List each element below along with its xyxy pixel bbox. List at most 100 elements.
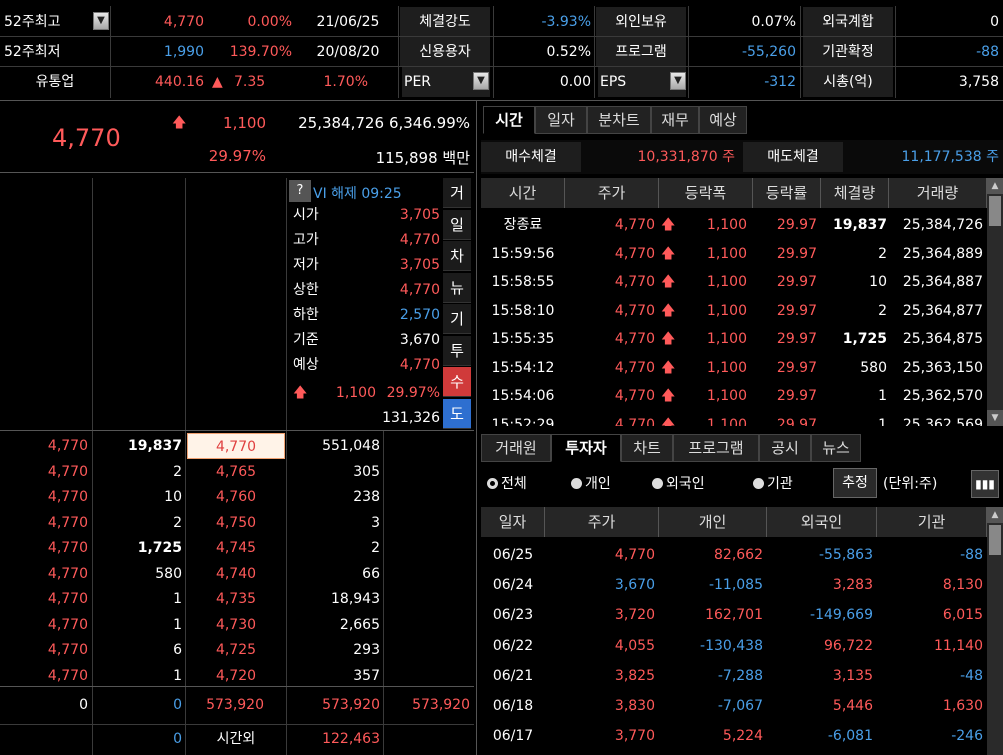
side-button[interactable]: 기 (443, 304, 471, 334)
ohlc-value: 4,770 (399, 357, 440, 373)
investor-foreign: 5,446 (832, 698, 873, 714)
trade-change: 1,100 (706, 274, 747, 290)
tab-lower[interactable]: 거래원 (481, 434, 551, 462)
trade-time: 15:52:29 (491, 416, 555, 427)
up-triangle-icon: ▲ (212, 74, 223, 90)
radio-institution[interactable]: 기관 (753, 469, 793, 499)
investor-table-body: 06/25 4,770 82,662 -55,863 -88 06/24 3,670 -11,… (481, 540, 987, 755)
investor-price: 3,770 (614, 728, 655, 745)
tab-lower[interactable]: 차트 (621, 434, 673, 462)
investor-header[interactable]: 주가 (545, 507, 659, 537)
trade-price: 4,770 (614, 331, 655, 347)
tick-price: 4,770 (47, 667, 88, 684)
total-d: 573,920 (322, 697, 380, 713)
side-button[interactable]: 수 (443, 367, 471, 397)
strength-value: -3.93% (541, 14, 591, 30)
tick-volume: 357 (353, 667, 380, 684)
tab-right[interactable]: 재무 (651, 106, 699, 134)
trade-volume: 25,384,726 (902, 217, 983, 233)
tick-ask[interactable]: 4,770 (187, 433, 285, 459)
chevron-down-icon[interactable]: ▼ (93, 12, 109, 30)
ohlc-label: 하한 (293, 307, 319, 323)
trade-row[interactable]: 15:59:56 4,770 🡅 1,100 29.97 2 25,364,889 (481, 239, 987, 267)
tab-right[interactable]: 분차트 (587, 106, 651, 134)
scroll-down-icon[interactable]: ▼ (987, 410, 1003, 426)
investor-individual: 5,224 (722, 728, 763, 745)
side-button[interactable]: 차 (443, 241, 471, 271)
radio-all[interactable]: 전체 (487, 469, 527, 499)
trade-row[interactable]: 15:54:12 4,770 🡅 1,100 29.97 580 25,363,150 (481, 353, 987, 381)
high-rate: 0.00% (247, 14, 292, 30)
trade-time: 15:58:55 (491, 274, 555, 290)
ohlc-label: 기준 (293, 332, 319, 348)
trade-row[interactable]: 15:54:06 4,770 🡅 1,100 29.97 1 25,362,570 (481, 381, 987, 409)
scroll-thumb[interactable] (989, 525, 1001, 555)
investor-row[interactable]: 06/25 4,770 82,662 -55,863 -88 (481, 540, 987, 570)
investor-foreign: 3,283 (832, 577, 873, 594)
trade-header[interactable]: 체결량 (821, 178, 889, 208)
trade-qty: 10 (869, 274, 887, 290)
trade-scrollbar[interactable]: ▲ ▼ (987, 178, 1003, 426)
radio-individual[interactable]: 개인 (571, 469, 611, 499)
tab-lower[interactable]: 프로그램 (673, 434, 759, 462)
investor-scrollbar[interactable]: ▲ (987, 507, 1003, 755)
tab-right[interactable]: 예상 (699, 106, 747, 134)
trade-header[interactable]: 등락폭 (659, 178, 753, 208)
side-button[interactable]: 도 (443, 398, 471, 429)
trade-qty: 1 (878, 388, 887, 404)
scroll-thumb[interactable] (989, 196, 1001, 226)
investor-price: 3,825 (614, 667, 655, 684)
trade-header[interactable]: 거래량 (889, 178, 987, 208)
trade-row[interactable]: 15:58:55 4,770 🡅 1,100 29.97 10 25,364,887 (481, 267, 987, 295)
tick-ask[interactable]: 4,720 (188, 661, 284, 691)
trade-header[interactable]: 주가 (565, 178, 659, 208)
tab-lower[interactable]: 투자자 (551, 434, 621, 462)
tab-lower[interactable]: 뉴스 (811, 434, 861, 462)
investor-row[interactable]: 06/24 3,670 -11,085 3,283 8,130 (481, 570, 987, 600)
investor-header[interactable]: 일자 (481, 507, 545, 537)
trade-price: 4,770 (614, 274, 655, 290)
investor-row[interactable]: 06/23 3,720 162,701 -149,669 6,015 (481, 600, 987, 630)
sector-change: 7.35 (234, 74, 266, 90)
chevron-down-icon[interactable]: ▼ (670, 72, 686, 90)
tab-right[interactable]: 일자 (535, 106, 587, 134)
side-button[interactable]: 뉴 (443, 272, 471, 303)
side-button[interactable]: 거 (443, 178, 471, 208)
tab-lower[interactable]: 공시 (759, 434, 811, 462)
trade-row[interactable]: 15:58:10 4,770 🡅 1,100 29.97 2 25,364,877 (481, 296, 987, 324)
investor-row[interactable]: 06/18 3,830 -7,067 5,446 1,630 (481, 691, 987, 721)
trade-rate: 29.97 (776, 416, 817, 427)
trade-qty: 19,837 (832, 217, 887, 233)
inst-confirm-value: -88 (976, 44, 999, 60)
tab-right[interactable]: 시간 (483, 106, 535, 134)
investor-row[interactable]: 06/21 3,825 -7,288 3,135 -48 (481, 661, 987, 691)
side-button[interactable]: 투 (443, 335, 471, 366)
radio-foreign[interactable]: 외국인 (652, 469, 705, 499)
trade-row[interactable]: 15:55:35 4,770 🡅 1,100 29.97 1,725 25,364,875 (481, 324, 987, 352)
side-button[interactable]: 일 (443, 209, 471, 240)
expected-volume: 131,326 (382, 410, 440, 426)
scroll-up-icon[interactable]: ▲ (987, 178, 1003, 194)
total-b: 0 (173, 697, 182, 713)
ohlc-value: 4,770 (399, 232, 440, 248)
investor-header[interactable]: 외국인 (767, 507, 877, 537)
chevron-down-icon[interactable]: ▼ (473, 72, 489, 90)
trade-row[interactable]: 장종료 4,770 🡅 1,100 29.97 19,837 25,384,726 (481, 210, 987, 238)
trade-header[interactable]: 등락률 (753, 178, 821, 208)
scroll-up-icon[interactable]: ▲ (987, 507, 1003, 523)
trade-row[interactable]: 15:52:29 4,770 🡅 1,100 29.97 1 25,362,569 (481, 410, 987, 427)
investor-row[interactable]: 06/17 3,770 5,224 -6,081 -246 (481, 721, 987, 751)
ohlc-value: 2,570 (399, 307, 440, 323)
trade-header[interactable]: 시간 (481, 178, 565, 208)
estimate-button[interactable]: 추정 (833, 468, 877, 498)
investor-header[interactable]: 기관 (877, 507, 987, 537)
trade-time: 15:54:06 (491, 388, 555, 404)
investor-individual: 82,662 (714, 547, 763, 563)
investor-header[interactable]: 개인 (659, 507, 767, 537)
volume-ratio: 6,346.99% (388, 114, 470, 132)
chart-icon[interactable]: ▮▮▮ (971, 470, 999, 498)
radio-individual-label: 개인 (585, 476, 611, 492)
investor-row[interactable]: 06/22 4,055 -130,438 96,722 11,140 (481, 631, 987, 661)
help-button[interactable]: ? (289, 180, 311, 202)
investor-institution: 1,630 (942, 698, 983, 714)
